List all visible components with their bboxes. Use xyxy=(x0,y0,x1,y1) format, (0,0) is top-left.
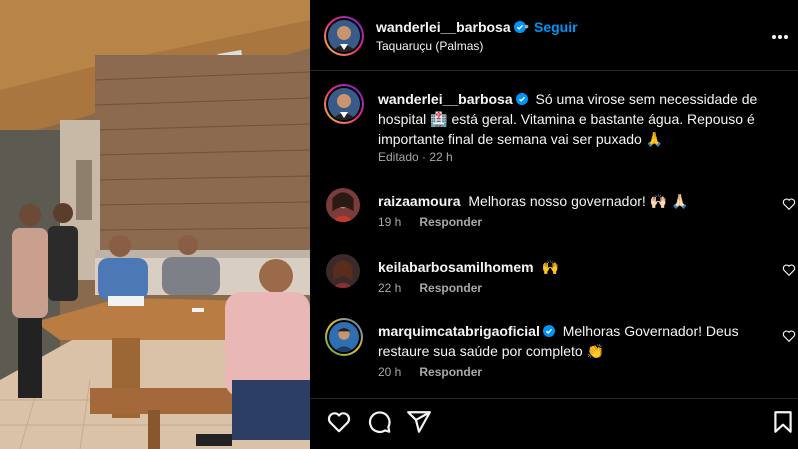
verified-badge-icon xyxy=(542,325,555,337)
comment-username[interactable]: keilabarbosamilhomem xyxy=(378,259,534,275)
reply-button[interactable]: Responder xyxy=(419,281,482,295)
author-avatar[interactable] xyxy=(324,16,364,56)
author-username[interactable]: wanderlei__barbosa xyxy=(376,19,526,35)
edited-label: Editado xyxy=(378,150,419,164)
comment-avatar[interactable] xyxy=(326,188,360,222)
comment-item: raizaamoura Melhoras nosso governador! 🙌… xyxy=(310,188,798,244)
caption-username-text[interactable]: wanderlei__barbosa xyxy=(378,91,513,107)
comment-time[interactable]: 22 h xyxy=(378,281,401,295)
comment-like-icon[interactable] xyxy=(782,329,796,343)
comment-like-icon[interactable] xyxy=(782,263,796,277)
post-photo xyxy=(0,0,310,449)
comment-icon[interactable] xyxy=(366,409,392,435)
more-options-icon[interactable] xyxy=(772,26,792,46)
comment-username[interactable]: raizaamoura xyxy=(378,193,460,209)
post-detail-panel: wanderlei__barbosa • Seguir Taquaruçu (P… xyxy=(310,0,798,449)
comment-avatar[interactable] xyxy=(326,254,360,288)
caption-username[interactable]: wanderlei__barbosa xyxy=(378,91,528,107)
like-icon[interactable] xyxy=(326,409,352,435)
save-icon[interactable] xyxy=(770,409,796,435)
comment-meta: 19 h Responder xyxy=(378,215,482,229)
separator-dot: • xyxy=(524,18,529,34)
post-header: wanderlei__barbosa • Seguir Taquaruçu (P… xyxy=(310,0,798,70)
header-divider xyxy=(310,70,798,71)
comment-item: keilabarbosamilhomem 🙌 22 h Responder xyxy=(310,254,798,310)
caption-avatar[interactable] xyxy=(324,84,364,124)
caption-meta: Editado · 22 h xyxy=(378,150,453,164)
comment-item: marquimcatabrigaoficial Melhoras Governa… xyxy=(310,318,798,384)
post-action-bar xyxy=(310,398,798,449)
comment-time[interactable]: 20 h xyxy=(378,365,401,379)
caption-time[interactable]: 22 h xyxy=(429,150,452,164)
caption-text-block: wanderlei__barbosa Só uma virose sem nec… xyxy=(378,89,758,149)
reply-button[interactable]: Responder xyxy=(419,365,482,379)
comment-body: keilabarbosamilhomem 🙌 xyxy=(378,257,748,277)
comment-avatar[interactable] xyxy=(325,318,363,356)
comment-meta: 22 h Responder xyxy=(378,281,482,295)
share-icon[interactable] xyxy=(406,409,432,435)
comment-like-icon[interactable] xyxy=(782,197,796,211)
verified-badge-icon xyxy=(515,93,528,105)
comment-time[interactable]: 19 h xyxy=(378,215,401,229)
author-username-text[interactable]: wanderlei__barbosa xyxy=(376,19,511,35)
comment-text: Melhoras nosso governador! 🙌🏻 🙏🏻 xyxy=(468,193,689,209)
post-photo-image xyxy=(0,0,310,449)
comment-meta: 20 h Responder xyxy=(378,365,482,379)
follow-button[interactable]: Seguir xyxy=(534,19,578,35)
comment-body: marquimcatabrigaoficial Melhoras Governa… xyxy=(378,321,748,361)
comment-text: 🙌 xyxy=(541,259,559,275)
post-location[interactable]: Taquaruçu (Palmas) xyxy=(376,39,483,53)
comment-username-text[interactable]: marquimcatabrigaoficial xyxy=(378,323,540,339)
comment-username[interactable]: marquimcatabrigaoficial xyxy=(378,323,555,339)
reply-button[interactable]: Responder xyxy=(419,215,482,229)
comment-body: raizaamoura Melhoras nosso governador! 🙌… xyxy=(378,191,748,211)
